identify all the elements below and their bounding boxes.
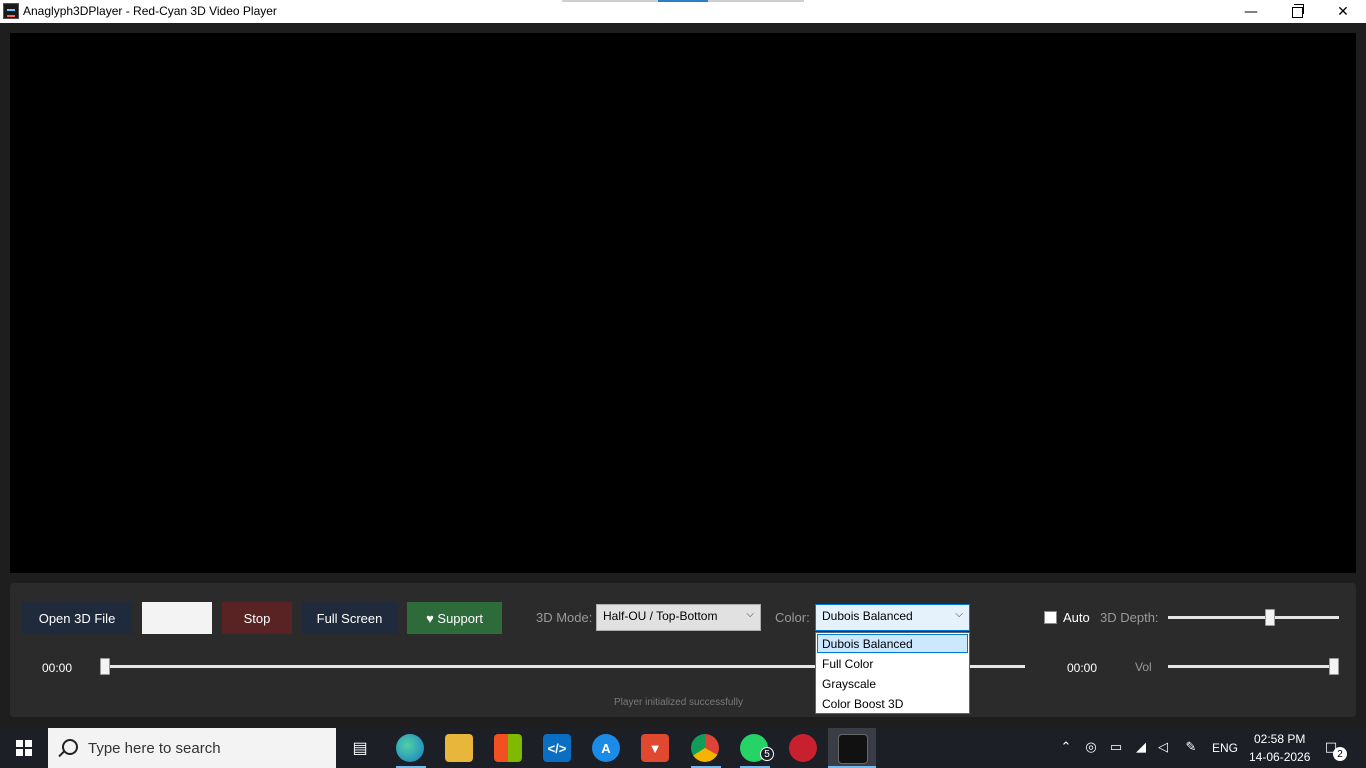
color-option[interactable]: Full Color: [817, 654, 968, 673]
fullscreen-button[interactable]: Full Screen: [302, 602, 397, 634]
edge-icon[interactable]: [396, 734, 424, 762]
task-view-icon[interactable]: ▤: [346, 734, 374, 762]
windows-icon: [16, 740, 32, 756]
restore-icon: [1291, 4, 1304, 18]
file-explorer-icon[interactable]: [445, 734, 473, 762]
close-button[interactable]: ✕: [1320, 0, 1366, 23]
notification-badge: 2: [1333, 747, 1347, 761]
auto-label: Auto: [1063, 610, 1090, 625]
color-option[interactable]: Color Boost 3D: [817, 694, 968, 713]
total-time: 00:00: [1067, 661, 1098, 675]
clock-time[interactable]: 02:58 PM: [1254, 732, 1305, 746]
open-file-button[interactable]: Open 3D File: [22, 602, 132, 634]
color-select[interactable]: Dubois Balanced ⌵: [815, 604, 970, 631]
volume-slider-thumb[interactable]: [1329, 658, 1339, 675]
seek-slider-thumb[interactable]: [100, 658, 110, 675]
color-option[interactable]: Dubois Balanced: [817, 634, 968, 653]
app-a-icon[interactable]: A: [592, 734, 620, 762]
volume-slider-track[interactable]: [1168, 665, 1339, 668]
volume-icon[interactable]: ◁: [1155, 740, 1171, 756]
minimize-icon: —: [1244, 3, 1258, 20]
whatsapp-badge: 5: [760, 747, 774, 761]
anaglyph-app-icon: [838, 734, 868, 764]
stop-button[interactable]: Stop: [222, 602, 292, 634]
mode-select-value: Half-OU / Top-Bottom: [603, 609, 718, 623]
clock-date[interactable]: 14-06-2026: [1249, 750, 1310, 764]
mode-label: 3D Mode:: [536, 610, 593, 625]
color-select-value: Dubois Balanced: [822, 609, 913, 623]
vscode-icon[interactable]: </>: [543, 734, 571, 762]
current-time: 00:00: [42, 661, 73, 675]
color-option[interactable]: Grayscale: [817, 674, 968, 693]
chevron-down-icon: ⌵: [955, 609, 963, 620]
title-bar: Anaglyph3DPlayer - Red-Cyan 3D Video Pla…: [0, 0, 1366, 23]
color-label: Color:: [775, 610, 810, 625]
store-icon[interactable]: [494, 734, 522, 762]
taskbar-search[interactable]: Type here to search: [48, 728, 336, 768]
taskbar: Type here to search ▤ </> A ▼ 5 ⌃ ◎ ▭ ◢ …: [0, 728, 1366, 768]
depth-label: 3D Depth:: [1100, 610, 1159, 625]
wifi-icon[interactable]: ◢: [1133, 740, 1149, 756]
brave-icon[interactable]: ▼: [641, 734, 669, 762]
app-red-icon[interactable]: [789, 734, 817, 762]
battery-icon[interactable]: ▭: [1108, 740, 1124, 756]
search-placeholder: Type here to search: [88, 740, 221, 757]
close-icon: ✕: [1337, 3, 1349, 20]
volume-label: Vol: [1135, 660, 1152, 674]
mode-select[interactable]: Half-OU / Top-Bottom ⌵: [596, 604, 761, 631]
depth-slider-thumb[interactable]: [1264, 609, 1275, 626]
meet-now-icon[interactable]: ◎: [1083, 740, 1099, 756]
chevron-up-icon[interactable]: ⌃: [1058, 740, 1074, 756]
color-dropdown-list: Dubois Balanced Full Color Grayscale Col…: [815, 632, 970, 714]
minimize-button[interactable]: —: [1228, 0, 1274, 23]
support-button[interactable]: ♥ Support: [407, 602, 502, 634]
app-icon: [3, 3, 19, 19]
restore-button[interactable]: [1274, 0, 1320, 23]
language-indicator[interactable]: ENG: [1212, 741, 1238, 755]
title-tab-strip: [562, 0, 804, 2]
video-display[interactable]: [10, 33, 1356, 573]
start-button[interactable]: [0, 728, 48, 768]
pen-icon[interactable]: ✎: [1183, 740, 1199, 756]
chevron-down-icon: ⌵: [746, 609, 754, 620]
window-title: Anaglyph3DPlayer - Red-Cyan 3D Video Pla…: [23, 4, 277, 18]
depth-slider-track[interactable]: [1168, 616, 1339, 619]
auto-checkbox[interactable]: [1044, 611, 1057, 624]
status-text: Player initialized successfully: [614, 697, 743, 707]
pause-button[interactable]: Pause: [142, 602, 212, 634]
search-icon: [62, 739, 78, 755]
chrome-icon[interactable]: [691, 734, 719, 762]
